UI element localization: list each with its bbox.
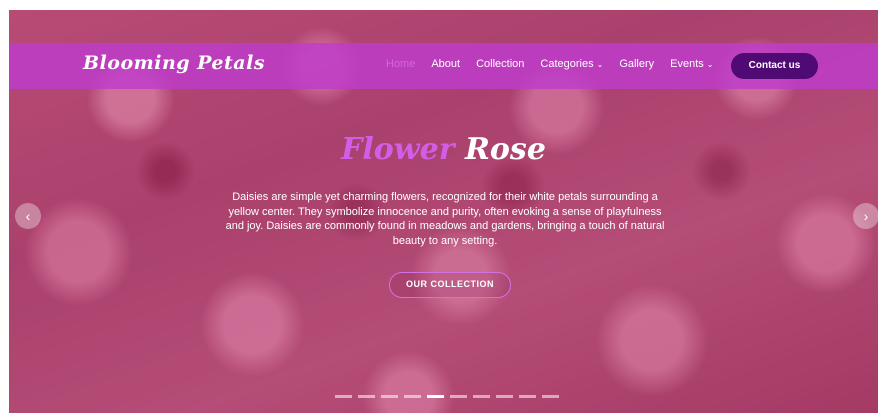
contact-us-button[interactable]: Contact us [731,53,818,79]
carousel-dot[interactable] [404,395,421,398]
chevron-left-icon: ‹ [25,208,31,224]
brand-logo[interactable]: Blooming Petals [83,52,265,74]
hero-carousel: Blooming Petals Home About Collection Ca… [9,10,878,413]
chevron-down-icon: ⌄ [706,60,714,69]
carousel-dot[interactable] [496,395,513,398]
carousel-dot[interactable] [473,395,490,398]
carousel-indicators [335,395,565,398]
our-collection-button[interactable]: OUR COLLECTION [389,272,511,298]
hero-title-word-1: Flower [341,132,455,167]
nav-categories[interactable]: Categories ⌄ [540,58,603,70]
hero-description: Daisies are simple yet charming flowers,… [225,191,665,247]
nav-events-label: Events [670,58,704,70]
carousel-next-button[interactable]: › [853,203,878,229]
nav-links: Home About Collection Categories ⌄ Galler… [386,58,730,70]
hero-title-word-2: Rose [464,132,546,167]
nav-events[interactable]: Events ⌄ [670,58,713,70]
chevron-down-icon: ⌄ [596,60,604,69]
nav-about[interactable]: About [431,58,460,70]
carousel-dot[interactable] [450,395,467,398]
nav-gallery[interactable]: Gallery [619,58,654,70]
chevron-right-icon: › [863,208,869,224]
carousel-dot-active[interactable] [427,395,444,398]
carousel-dot[interactable] [381,395,398,398]
carousel-dot[interactable] [542,395,559,398]
navbar: Blooming Petals Home About Collection Ca… [9,43,878,89]
carousel-prev-button[interactable]: ‹ [15,203,41,229]
carousel-dot[interactable] [519,395,536,398]
nav-categories-label: Categories [540,58,594,70]
carousel-dot[interactable] [358,395,375,398]
hero-title: Flower Rose [9,133,878,167]
nav-home[interactable]: Home [386,58,415,70]
carousel-dot[interactable] [335,395,352,398]
nav-collection[interactable]: Collection [476,58,524,70]
